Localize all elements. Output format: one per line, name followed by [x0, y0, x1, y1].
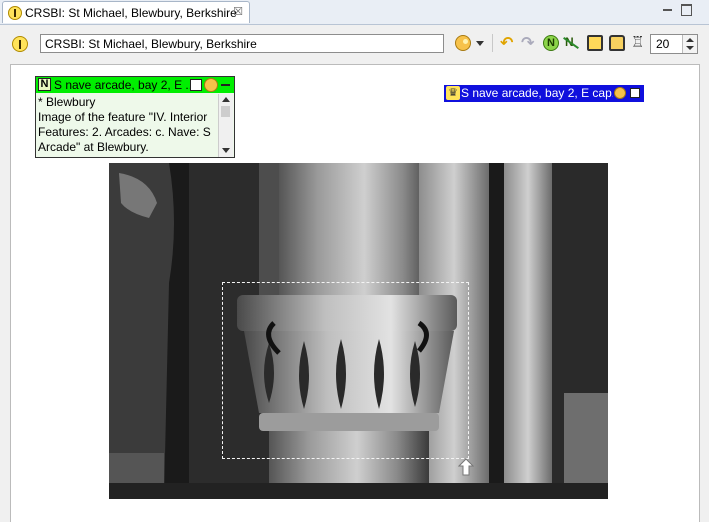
tab-title: CRSBI: St Michael, Blewbury, Berkshire — [25, 6, 237, 20]
selection-region[interactable] — [222, 282, 469, 459]
window-controls — [659, 3, 699, 19]
person-icon[interactable] — [630, 33, 646, 51]
chevron-down-icon[interactable] — [476, 35, 484, 51]
region-tag-title: S nave arcade, bay 2, E cap... — [461, 86, 613, 100]
lock-icon[interactable] — [609, 35, 625, 51]
annotate-icon[interactable] — [614, 87, 626, 99]
note-badge: N — [38, 78, 51, 91]
editor-tab-bar: CRSBI: St Michael, Blewbury, Berkshire ☒ — [0, 0, 709, 25]
annotation-line: * Blewbury — [38, 95, 96, 109]
stepper-arrows[interactable] — [682, 35, 697, 53]
info-icon[interactable] — [12, 36, 28, 52]
annotation-line: Features: 2. Arcades: c. Nave: S — [38, 125, 211, 139]
undo-icon[interactable] — [500, 33, 516, 53]
annotation-text: * Blewbury Image of the feature "IV. Int… — [38, 95, 216, 157]
redo-icon[interactable] — [521, 33, 537, 53]
remove-note-icon[interactable] — [562, 35, 578, 51]
resize-handle-icon[interactable] — [458, 458, 474, 476]
people-icon: ♛ — [446, 86, 460, 100]
new-note-icon[interactable]: N — [543, 35, 559, 51]
zoom-stepper[interactable]: 20 — [650, 34, 698, 54]
annotate-icon[interactable] — [204, 78, 218, 92]
scroll-up-icon[interactable] — [222, 97, 230, 102]
minimize-icon[interactable] — [663, 9, 672, 11]
scroll-thumb[interactable] — [221, 106, 230, 117]
annotation-header[interactable]: N S nave arcade, bay 2, E ... — [36, 77, 234, 93]
maximize-icon[interactable] — [630, 88, 640, 98]
annotation-line: Image of the feature "IV. Interior — [38, 110, 208, 124]
annotation-title: S nave arcade, bay 2, E ... — [54, 78, 196, 92]
close-tab-icon[interactable]: ☒ — [233, 5, 243, 18]
decrement-icon[interactable] — [686, 46, 694, 50]
title-input[interactable] — [40, 34, 444, 53]
editor-tab[interactable]: CRSBI: St Michael, Blewbury, Berkshire ☒ — [2, 1, 250, 23]
info-icon — [8, 6, 22, 20]
annotation-panel[interactable]: N S nave arcade, bay 2, E ... * Blewbury… — [35, 76, 235, 158]
increment-icon[interactable] — [686, 38, 694, 42]
scroll-down-icon[interactable] — [222, 148, 230, 153]
maximize-icon[interactable] — [681, 4, 692, 16]
annotation-line: Arcade" at Blewbury. — [38, 140, 149, 154]
toolbar-separator — [492, 34, 493, 52]
annotate-icon[interactable] — [455, 35, 471, 51]
region-tag[interactable]: ♛ S nave arcade, bay 2, E cap... — [444, 85, 644, 102]
window-icon[interactable] — [587, 35, 603, 51]
zoom-value[interactable]: 20 — [656, 37, 669, 51]
toolbar: N 20 — [0, 25, 709, 61]
annotation-scrollbar[interactable] — [218, 94, 233, 157]
edit-icon[interactable] — [190, 79, 202, 91]
minimize-icon[interactable] — [221, 84, 230, 86]
